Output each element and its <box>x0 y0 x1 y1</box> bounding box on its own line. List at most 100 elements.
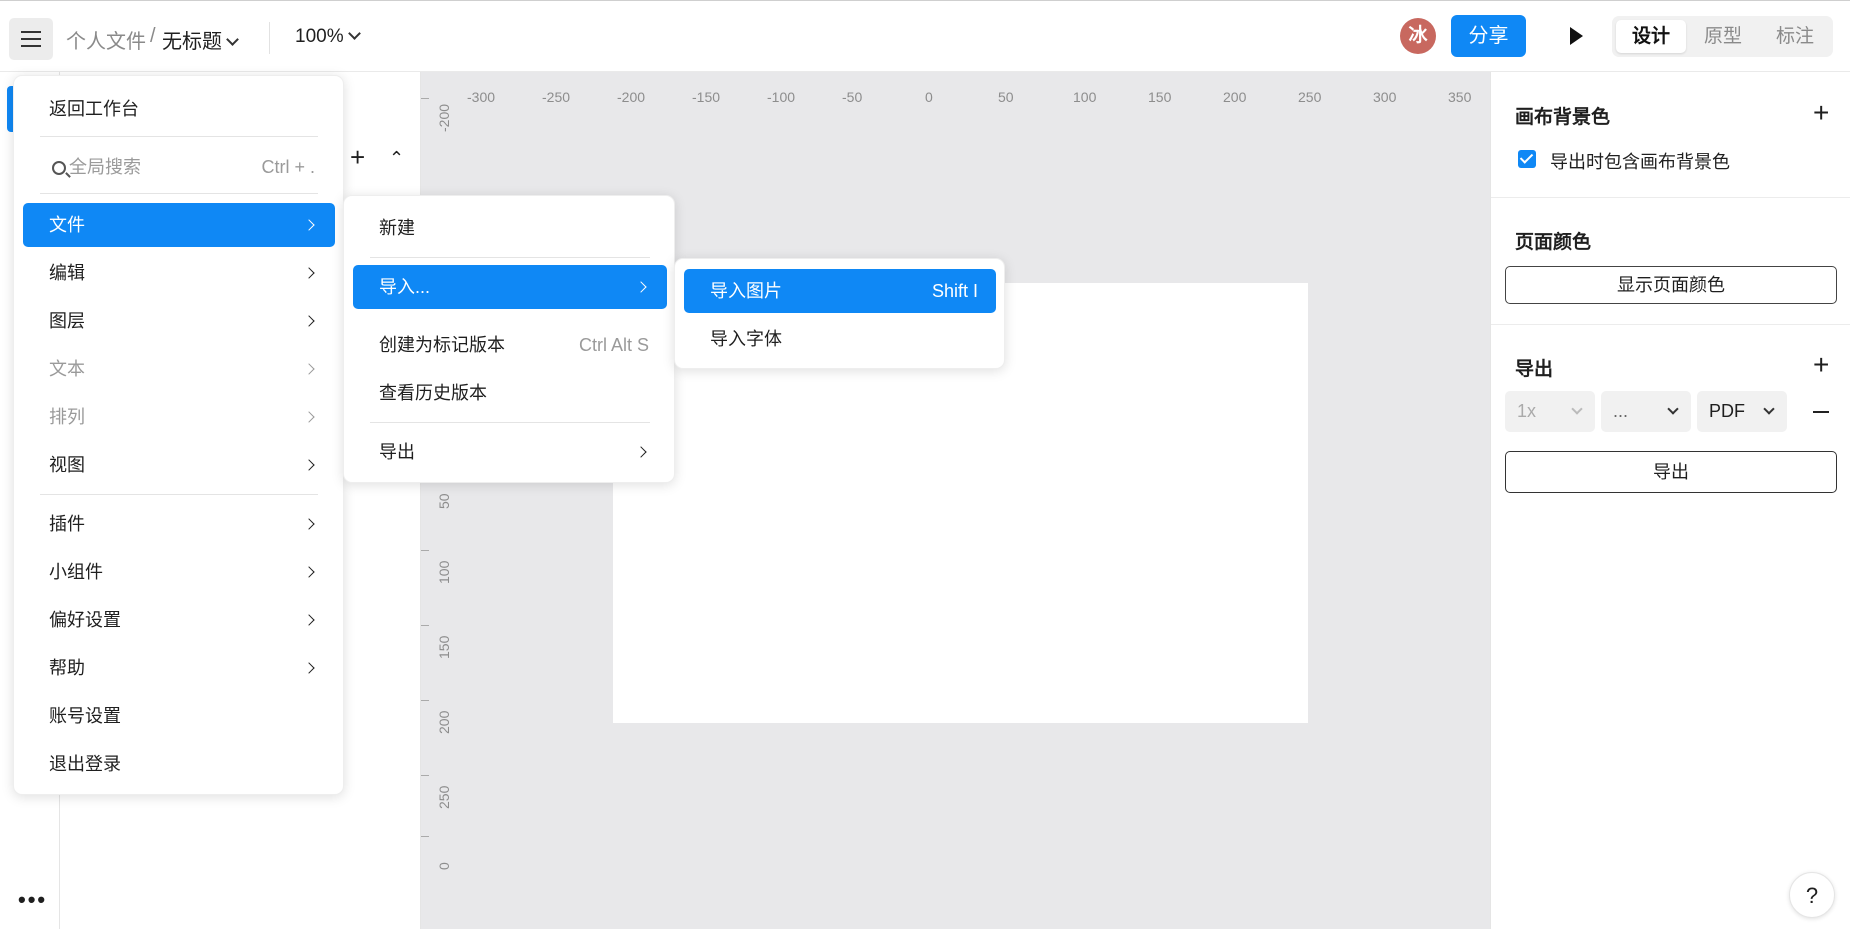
chevron-right-icon <box>303 411 315 423</box>
menu-item-import-font[interactable]: 导入字体 <box>684 317 996 361</box>
add-export-icon[interactable]: + <box>1813 351 1829 379</box>
show-page-color-button[interactable]: 显示页面颜色 <box>1505 266 1837 304</box>
export-format-select[interactable]: PDF <box>1697 391 1787 432</box>
divider <box>1491 324 1850 325</box>
global-search-input[interactable]: 全局搜索 Ctrl + . <box>23 145 333 189</box>
breadcrumb-folder[interactable]: 个人文件 <box>66 25 146 54</box>
remove-export-icon[interactable] <box>1813 411 1829 413</box>
ruler-y-mark <box>421 836 429 837</box>
export-label: 导出 <box>379 442 415 462</box>
export-scale: 1x <box>1517 401 1537 421</box>
menu-item-label: 小组件 <box>49 562 103 582</box>
ruler-y-mark <box>421 550 429 551</box>
more-icon[interactable]: ••• <box>18 887 47 913</box>
breadcrumb-separator: / <box>150 25 156 47</box>
menu-item-edit[interactable]: 编辑 <box>23 251 335 295</box>
tab-annotate[interactable]: 标注 <box>1760 20 1830 53</box>
menu-item-back-to-workspace[interactable]: 返回工作台 <box>23 87 333 131</box>
file-title: 无标题 <box>162 31 222 53</box>
menu-item-arrange[interactable]: 排列 <box>23 395 335 439</box>
menu-item-label: 文件 <box>49 215 85 235</box>
chevron-right-icon <box>635 446 647 458</box>
menu-item-plugins[interactable]: 插件 <box>23 502 335 546</box>
menu-item-export[interactable]: 导出 <box>353 430 667 474</box>
menu-item-logout[interactable]: 退出登录 <box>23 742 335 786</box>
menu-item-label: 视图 <box>49 455 85 475</box>
share-button[interactable]: 分享 <box>1451 15 1526 57</box>
import-submenu: 导入图片 Shift I 导入字体 <box>674 258 1005 369</box>
ruler-y-mark <box>421 700 429 701</box>
chevron-right-icon <box>303 614 315 626</box>
menu-item-label: 偏好设置 <box>49 610 121 630</box>
chevron-up-icon[interactable]: ⌃ <box>389 148 404 169</box>
menu-item-help[interactable]: 帮助 <box>23 646 335 690</box>
add-bg-icon[interactable]: + <box>1813 99 1829 127</box>
export-button[interactable]: 导出 <box>1505 451 1837 493</box>
help-button[interactable]: ? <box>1789 872 1835 918</box>
main-menu-button[interactable] <box>9 18 53 60</box>
chevron-down-icon <box>347 27 361 40</box>
divider <box>370 257 650 258</box>
menu-icon <box>21 45 41 47</box>
chevron-right-icon <box>303 315 315 327</box>
ruler-x-tick: -150 <box>692 89 721 105</box>
export-suffix-select[interactable]: ... <box>1601 391 1691 432</box>
include-bg-checkbox[interactable] <box>1518 150 1536 168</box>
ruler-x-tick: 50 <box>998 89 1014 105</box>
avatar[interactable]: 冰 <box>1400 18 1436 54</box>
divider <box>40 193 318 194</box>
import-image-label: 导入图片 <box>710 281 782 301</box>
menu-item-file[interactable]: 文件 <box>23 203 335 247</box>
menu-item-account-settings[interactable]: 账号设置 <box>23 694 335 738</box>
menu-item-layers[interactable]: 图层 <box>23 299 335 343</box>
menu-item-view[interactable]: 视图 <box>23 443 335 487</box>
ruler-y-mark <box>421 625 429 626</box>
play-icon[interactable] <box>1570 27 1583 45</box>
zoom-dropdown[interactable]: 100% <box>295 26 361 48</box>
chevron-down-icon <box>1667 403 1679 415</box>
menu-item-preferences[interactable]: 偏好设置 <box>23 598 335 642</box>
ruler-x-tick: -200 <box>617 89 646 105</box>
file-title-dropdown[interactable]: 无标题 <box>162 25 239 54</box>
chevron-right-icon <box>303 566 315 578</box>
ruler-x-tick: 150 <box>1148 89 1172 105</box>
mode-switcher: 设计 原型 标注 <box>1612 16 1833 57</box>
import-label: 导入... <box>379 277 431 297</box>
add-page-icon[interactable]: + <box>350 142 365 173</box>
main-menu: 返回工作台 全局搜索 Ctrl + . 文件编辑图层文本排列视图插件小组件偏好设… <box>13 75 344 795</box>
tab-design[interactable]: 设计 <box>1616 20 1686 53</box>
create-marked-version-shortcut: Ctrl Alt S <box>578 335 649 355</box>
menu-item-text[interactable]: 文本 <box>23 347 335 391</box>
menu-item-new[interactable]: 新建 <box>353 206 667 250</box>
menu-item-import[interactable]: 导入... <box>353 265 667 309</box>
chevron-right-icon <box>303 459 315 471</box>
ruler-x-tick: 250 <box>1298 89 1322 105</box>
ruler-x-tick: -100 <box>767 89 796 105</box>
divider <box>1491 197 1850 198</box>
menu-item-label: 插件 <box>49 514 85 534</box>
ruler-y-mark <box>421 98 429 99</box>
ruler-y-tick: 50 <box>436 493 452 509</box>
top-toolbar: 个人文件 / 无标题 100% 冰 分享 设计 原型 标注 <box>0 0 1850 72</box>
chevron-right-icon <box>303 363 315 375</box>
chevron-right-icon <box>303 518 315 530</box>
divider <box>40 494 318 495</box>
search-shortcut: Ctrl + . <box>261 157 315 177</box>
ruler-y-tick: 0 <box>436 862 452 870</box>
ruler-x-tick: 100 <box>1073 89 1097 105</box>
ruler-y-tick: 250 <box>436 785 452 809</box>
menu-item-view-history[interactable]: 查看历史版本 <box>353 371 667 415</box>
ruler-y-tick: 100 <box>436 560 452 584</box>
menu-item-label: 账号设置 <box>49 706 121 726</box>
menu-item-create-marked-version[interactable]: 创建为标记版本 Ctrl Alt S <box>353 323 667 367</box>
canvas-bg-title: 画布背景色 <box>1515 107 1611 128</box>
include-bg-label: 导出时包含画布背景色 <box>1550 152 1730 172</box>
export-scale-select[interactable]: 1x <box>1505 391 1595 432</box>
export-format: PDF <box>1709 401 1745 421</box>
menu-item-label: 文本 <box>49 359 85 379</box>
menu-item-import-image[interactable]: 导入图片 Shift I <box>684 269 996 313</box>
chevron-right-icon <box>303 267 315 279</box>
menu-item-widgets[interactable]: 小组件 <box>23 550 335 594</box>
menu-item-label: 编辑 <box>49 263 85 283</box>
tab-prototype[interactable]: 原型 <box>1688 20 1758 53</box>
